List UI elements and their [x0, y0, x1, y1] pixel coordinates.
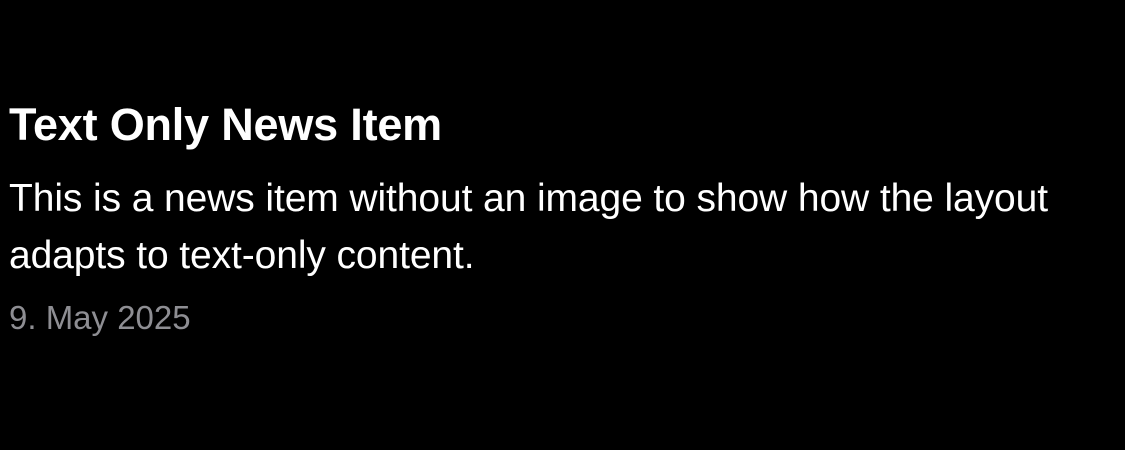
news-item[interactable]: Text Only News Item This is a news item … [9, 96, 1119, 338]
news-item-title: Text Only News Item [9, 99, 442, 150]
news-item-date: 9. May 2025 [9, 299, 191, 336]
news-item-body: This is a news item without an image to … [9, 177, 1048, 277]
